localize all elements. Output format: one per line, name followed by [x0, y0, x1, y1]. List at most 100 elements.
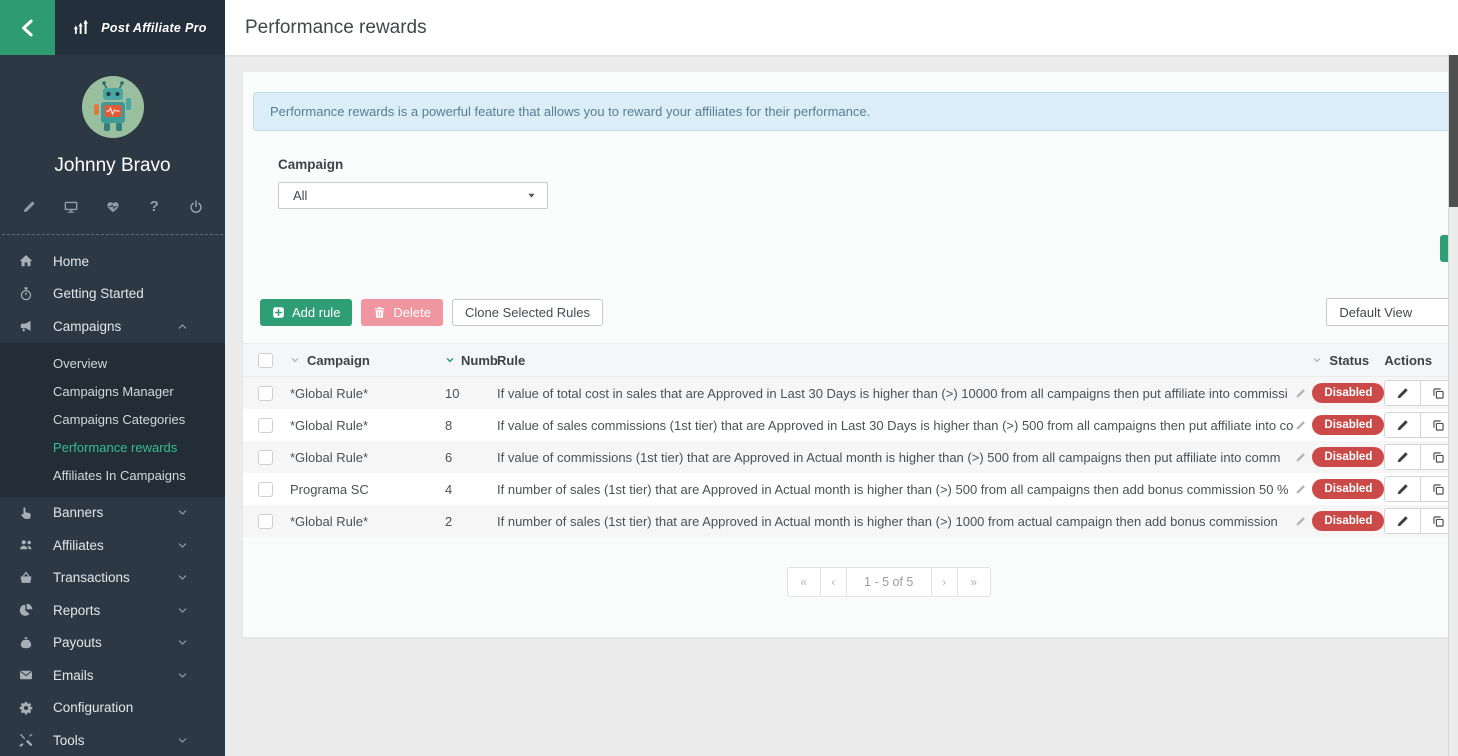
- sidebar-item-label: Banners: [53, 505, 103, 520]
- help-icon[interactable]: ?: [145, 199, 163, 214]
- pagination-next-button[interactable]: ›: [931, 567, 958, 597]
- chevron-down-icon: [173, 637, 191, 648]
- submenu-item-campaigns-categories[interactable]: Campaigns Categories: [0, 406, 225, 434]
- add-rule-button[interactable]: Add rule: [260, 299, 352, 326]
- cell-numb: 4: [445, 482, 452, 497]
- top-bar: Performance rewards: [225, 0, 1458, 55]
- row-checkbox[interactable]: [258, 514, 273, 529]
- row-checkbox[interactable]: [258, 450, 273, 465]
- copy-icon: [1432, 419, 1445, 432]
- cell-rule: If value of commissions (1st tier) that …: [497, 450, 1293, 465]
- edit-profile-icon[interactable]: [20, 199, 38, 214]
- sidebar-item-emails[interactable]: Emails: [0, 659, 225, 692]
- sidebar-item-transactions[interactable]: Transactions: [0, 562, 225, 595]
- monitor-icon[interactable]: [62, 199, 80, 214]
- brand-logo[interactable]: Post Affiliate Pro: [55, 0, 225, 55]
- scrollbar[interactable]: [1448, 55, 1458, 756]
- column-header-status[interactable]: Status: [1329, 353, 1369, 368]
- content-card: Performance rewards is a powerful featur…: [243, 72, 1458, 637]
- sidebar-nav: Home Getting Started Campaigns Overview …: [0, 245, 225, 756]
- edit-rule-button[interactable]: [1384, 412, 1421, 438]
- add-rule-label: Add rule: [292, 305, 340, 320]
- rules-table: Campaign Numb Rule Status Actions: [243, 343, 1458, 537]
- copy-icon: [1432, 451, 1445, 464]
- pencil-icon: [1396, 515, 1409, 528]
- gear-icon: [17, 701, 35, 715]
- sort-campaign-icon[interactable]: [290, 355, 300, 365]
- hand-pointer-icon: [17, 506, 35, 520]
- copy-icon: [1432, 483, 1445, 496]
- sidebar-item-affiliates[interactable]: Affiliates: [0, 529, 225, 562]
- logout-icon[interactable]: [187, 199, 205, 214]
- pagination-prev-button[interactable]: ‹: [820, 567, 847, 597]
- table-row: *Global Rule* 8 If value of sales commis…: [243, 409, 1458, 441]
- row-checkbox[interactable]: [258, 418, 273, 433]
- edit-rule-button[interactable]: [1384, 508, 1421, 534]
- cell-rule: If value of sales commissions (1st tier)…: [497, 418, 1293, 433]
- chevron-down-icon: [173, 735, 191, 746]
- cell-numb: 2: [445, 514, 452, 529]
- column-header-rule[interactable]: Rule: [497, 353, 525, 368]
- sort-numb-icon[interactable]: [445, 355, 455, 365]
- pencil-icon: [1396, 451, 1409, 464]
- sidebar-item-reports[interactable]: Reports: [0, 594, 225, 627]
- heartbeat-icon[interactable]: [104, 199, 122, 214]
- inline-edit-icon[interactable]: [1295, 452, 1306, 463]
- sidebar-item-home[interactable]: Home: [0, 245, 225, 278]
- table-row: *Global Rule* 2 If number of sales (1st …: [243, 505, 1458, 537]
- inline-edit-icon[interactable]: [1295, 484, 1306, 495]
- campaigns-submenu: Overview Campaigns Manager Campaigns Cat…: [0, 343, 225, 497]
- envelope-icon: [17, 668, 35, 682]
- collapse-sidebar-button[interactable]: [0, 0, 55, 55]
- submenu-item-affiliates-in-campaigns[interactable]: Affiliates In Campaigns: [0, 462, 225, 490]
- cell-campaign: *Global Rule*: [290, 418, 368, 433]
- inline-edit-icon[interactable]: [1295, 388, 1306, 399]
- edit-rule-button[interactable]: [1384, 444, 1421, 470]
- sort-status-icon[interactable]: [1312, 355, 1322, 365]
- clone-label: Clone Selected Rules: [465, 305, 590, 320]
- table-row: Programa SC 4 If number of sales (1st ti…: [243, 473, 1458, 505]
- edit-rule-button[interactable]: [1384, 476, 1421, 502]
- inline-edit-icon[interactable]: [1295, 516, 1306, 527]
- status-badge: Disabled: [1312, 415, 1384, 435]
- basket-icon: [17, 571, 35, 585]
- scrollbar-thumb[interactable]: [1449, 55, 1458, 207]
- table-header-row: Campaign Numb Rule Status Actions: [243, 343, 1458, 377]
- select-all-checkbox[interactable]: [258, 353, 273, 368]
- delete-label: Delete: [393, 305, 431, 320]
- column-header-numb[interactable]: Numb: [461, 353, 498, 368]
- pagination-last-button[interactable]: »: [957, 567, 991, 597]
- pagination-first-button[interactable]: «: [787, 567, 821, 597]
- cell-rule: If value of total cost in sales that are…: [497, 386, 1293, 401]
- sidebar-item-configuration[interactable]: Configuration: [0, 692, 225, 725]
- avatar: [81, 75, 145, 139]
- pagination: « ‹ 1 - 5 of 5 › »: [243, 567, 1458, 597]
- logo-arrows-icon: [73, 18, 93, 38]
- sidebar-item-getting-started[interactable]: Getting Started: [0, 278, 225, 311]
- stopwatch-icon: [17, 287, 35, 301]
- edit-rule-button[interactable]: [1384, 380, 1421, 406]
- chevron-down-icon: [173, 507, 191, 518]
- clone-selected-rules-button[interactable]: Clone Selected Rules: [452, 299, 603, 326]
- row-checkbox[interactable]: [258, 482, 273, 497]
- view-select[interactable]: Default View: [1326, 298, 1458, 326]
- user-name: Johnny Bravo: [0, 155, 225, 177]
- column-header-campaign[interactable]: Campaign: [307, 353, 370, 368]
- sidebar-item-payouts[interactable]: Payouts: [0, 627, 225, 660]
- chevron-down-icon: [173, 572, 191, 583]
- row-checkbox[interactable]: [258, 386, 273, 401]
- sidebar-item-campaigns[interactable]: Campaigns: [0, 310, 225, 343]
- status-badge: Disabled: [1312, 447, 1384, 467]
- table-row: *Global Rule* 10 If value of total cost …: [243, 377, 1458, 409]
- delete-button[interactable]: Delete: [361, 299, 443, 326]
- sidebar-item-label: Affiliates: [53, 538, 104, 553]
- submenu-item-overview[interactable]: Overview: [0, 350, 225, 378]
- submenu-item-performance-rewards[interactable]: Performance rewards: [0, 434, 225, 462]
- sidebar-divider: [2, 234, 223, 235]
- status-badge: Disabled: [1312, 479, 1384, 499]
- campaign-select[interactable]: All: [278, 182, 548, 209]
- sidebar-item-tools[interactable]: Tools: [0, 724, 225, 756]
- submenu-item-campaigns-manager[interactable]: Campaigns Manager: [0, 378, 225, 406]
- inline-edit-icon[interactable]: [1295, 420, 1306, 431]
- sidebar-item-banners[interactable]: Banners: [0, 497, 225, 530]
